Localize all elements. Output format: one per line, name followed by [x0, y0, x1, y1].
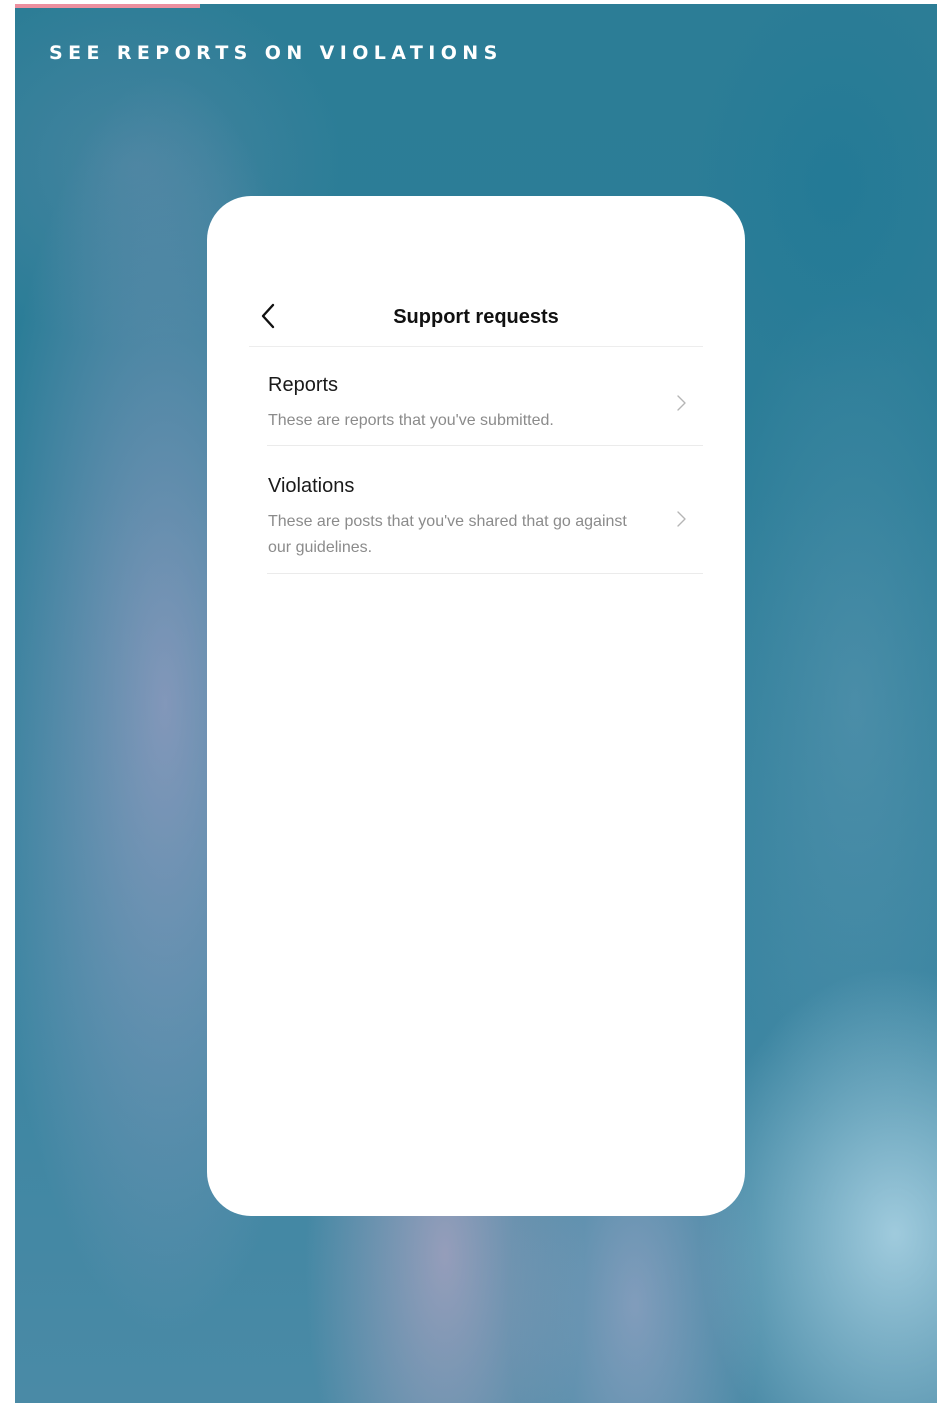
- accent-tab: [15, 4, 200, 8]
- page-title: Support requests: [393, 306, 559, 328]
- chevron-right-icon: [677, 511, 686, 527]
- chevron-right-icon: [677, 395, 686, 411]
- page-heading: SEE REPORTS ON VIOLATIONS: [49, 42, 503, 64]
- violations-item[interactable]: Violations These are posts that you've s…: [267, 463, 703, 574]
- nav-bar: Support requests: [249, 288, 703, 347]
- reports-item[interactable]: Reports These are reports that you've su…: [267, 362, 703, 446]
- reports-description: These are reports that you've submitted.: [268, 412, 554, 429]
- violations-title: Violations: [268, 475, 355, 497]
- phone-screen: Support requests Reports These are repor…: [207, 196, 745, 1216]
- background-photo: SEE REPORTS ON VIOLATIONS Support reques…: [15, 4, 937, 1403]
- violations-description: These are posts that you've shared that …: [268, 513, 627, 556]
- reports-title: Reports: [268, 374, 339, 396]
